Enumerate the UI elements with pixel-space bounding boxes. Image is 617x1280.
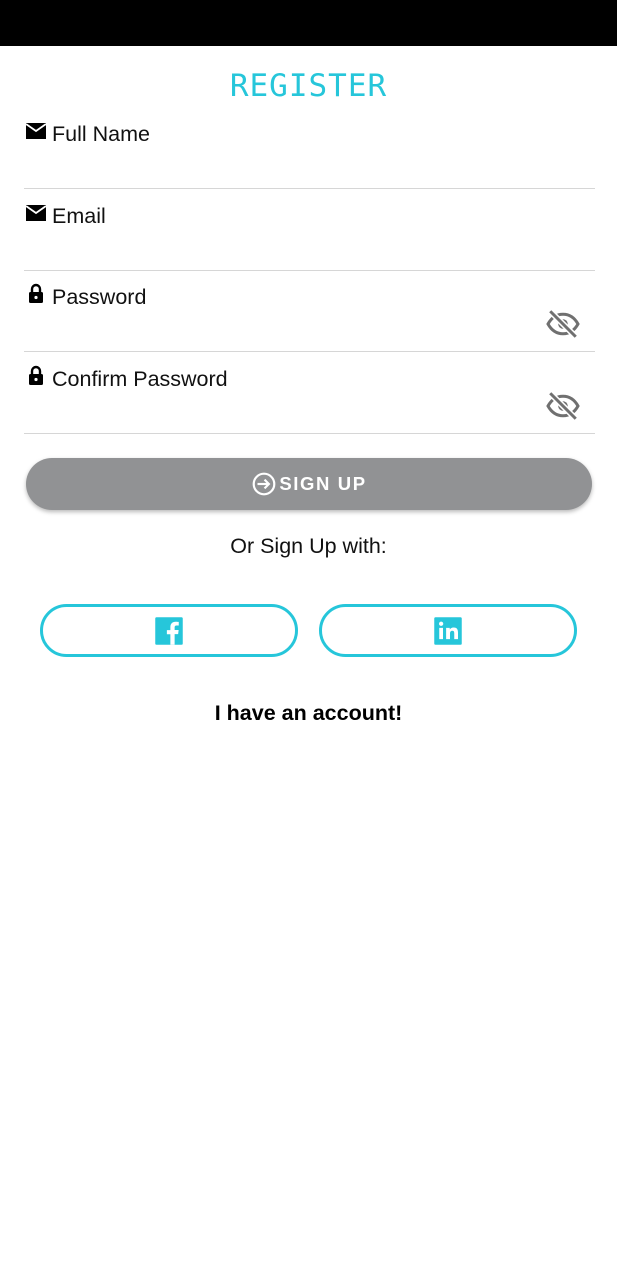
sign-up-button[interactable]: SIGN UP bbox=[26, 458, 592, 510]
facebook-icon bbox=[155, 616, 183, 645]
have-account-link[interactable]: I have an account! bbox=[0, 701, 617, 726]
facebook-button[interactable] bbox=[40, 604, 298, 657]
lock-icon bbox=[29, 283, 43, 303]
login-icon bbox=[252, 472, 276, 496]
password-field[interactable]: Password bbox=[24, 270, 595, 352]
lock-icon bbox=[29, 365, 43, 385]
eye-off-icon[interactable] bbox=[545, 388, 581, 424]
eye-off-icon[interactable] bbox=[545, 306, 581, 342]
email-placeholder: Email bbox=[52, 204, 106, 228]
full-name-field[interactable]: Full Name bbox=[24, 107, 595, 189]
confirm-password-field[interactable]: Confirm Password bbox=[24, 352, 595, 434]
page-title: REGISTER bbox=[229, 68, 388, 104]
full-name-placeholder: Full Name bbox=[52, 122, 150, 146]
status-bar bbox=[0, 0, 617, 46]
sign-up-label: SIGN UP bbox=[279, 473, 367, 494]
linkedin-icon bbox=[434, 616, 462, 645]
confirm-password-placeholder: Confirm Password bbox=[52, 367, 228, 391]
social-prompt: Or Sign Up with: bbox=[230, 534, 387, 558]
mail-icon bbox=[25, 205, 47, 221]
email-field[interactable]: Email bbox=[24, 189, 595, 271]
linkedin-button[interactable] bbox=[319, 604, 577, 657]
mail-icon bbox=[25, 123, 47, 139]
password-placeholder: Password bbox=[52, 285, 147, 309]
